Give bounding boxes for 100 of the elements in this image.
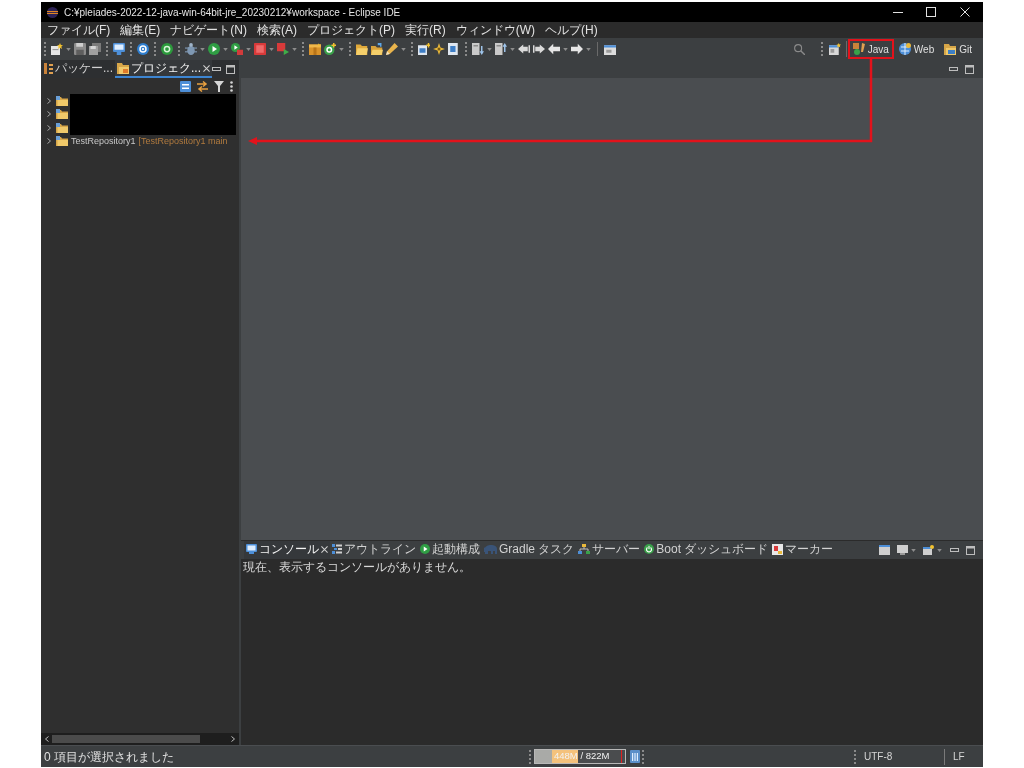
ring-plus-icon[interactable]: [324, 43, 336, 55]
caret-icon[interactable]: [223, 47, 228, 51]
close-icon: [960, 7, 970, 17]
heap-reading: 448M / 822M: [554, 750, 610, 763]
menu-item[interactable]: 実行(R): [401, 22, 450, 38]
chevron-left-icon[interactable]: [45, 736, 49, 742]
play-icon[interactable]: [208, 43, 220, 55]
minimize-icon[interactable]: [950, 548, 959, 552]
monitor-icon: [246, 544, 257, 554]
monitor-icon[interactable]: [113, 43, 125, 55]
power-icon: [644, 544, 655, 554]
sparkle-icon[interactable]: [433, 43, 445, 55]
horizontal-scrollbar[interactable]: [41, 733, 239, 745]
window-plus-icon[interactable]: [923, 545, 934, 555]
arrow-left-bar-icon[interactable]: [518, 43, 530, 55]
menu-item[interactable]: ファイル(F): [43, 22, 115, 38]
bug-icon[interactable]: [185, 43, 197, 55]
caret-icon[interactable]: [586, 47, 591, 51]
panel-tab[interactable]: 起動構成: [418, 541, 482, 559]
panel-tab[interactable]: マーカー: [770, 541, 836, 559]
caret-icon[interactable]: [911, 548, 916, 552]
minimize-icon[interactable]: [212, 67, 222, 71]
menu-item[interactable]: ヘルプ(H): [541, 22, 602, 38]
monitor-icon[interactable]: [897, 545, 908, 555]
folder-icon[interactable]: [356, 43, 368, 55]
project-folder-icon: [56, 109, 68, 120]
menu-item[interactable]: 編集(E): [116, 22, 165, 38]
caret-icon[interactable]: [510, 47, 515, 51]
arrow-left-icon[interactable]: [548, 43, 560, 55]
menu-item[interactable]: プロジェクト(P): [303, 22, 399, 38]
trash-icon[interactable]: [630, 750, 640, 763]
caret-icon[interactable]: [937, 548, 942, 552]
panel-tab[interactable]: プロジェク...: [115, 60, 213, 78]
minimize-icon[interactable]: [949, 67, 958, 71]
menu-item[interactable]: 検索(A): [253, 22, 301, 38]
panel-tab[interactable]: Gradle タスク: [482, 541, 577, 559]
scrollbar-thumb[interactable]: [52, 735, 200, 743]
menu-item[interactable]: ウィンドウ(W): [451, 22, 539, 38]
panel-tab[interactable]: アウトライン: [330, 541, 418, 559]
search-icon[interactable]: [793, 43, 805, 55]
hierarchy-icon: [44, 62, 53, 74]
selection-status: 0 項目が選択されました: [43, 748, 175, 766]
panel-tab[interactable]: サーバー: [576, 541, 643, 559]
swap-arrows-icon[interactable]: [197, 80, 208, 92]
arrow-right-bar-icon[interactable]: [533, 43, 545, 55]
folder-icon: [944, 43, 957, 55]
caret-icon[interactable]: [246, 47, 251, 51]
arrow-right-icon[interactable]: [571, 43, 583, 55]
caret-icon[interactable]: [487, 47, 492, 51]
floppy-disks-icon[interactable]: [89, 43, 101, 55]
window-icon[interactable]: [604, 43, 616, 55]
heap-gauge[interactable]: 448M / 822M: [534, 749, 626, 764]
console-message: 現在、表示するコンソールがありません。: [243, 559, 471, 575]
collapse-all-icon[interactable]: [180, 80, 191, 92]
tree-item[interactable]: TestRepository1 [TestRepository1 main: [41, 134, 239, 148]
folder-arrow-icon[interactable]: [371, 43, 383, 55]
package-icon[interactable]: [309, 43, 321, 55]
perspective-button[interactable]: Web: [896, 41, 937, 57]
caret-icon[interactable]: [563, 47, 568, 51]
caret-icon[interactable]: [269, 47, 274, 51]
project-folder-icon: [56, 136, 68, 147]
project-folder-icon: [56, 95, 68, 106]
document-arrow-icon[interactable]: [472, 43, 484, 55]
outline-list-icon: [332, 544, 342, 554]
app-logo-icon: [47, 6, 58, 18]
window-plus-icon[interactable]: [828, 43, 841, 55]
panel-tab[interactable]: Boot ダッシュボード: [642, 541, 771, 559]
ring-icon[interactable]: [161, 43, 173, 55]
document-icon[interactable]: [448, 43, 460, 55]
caret-icon[interactable]: [339, 47, 344, 51]
caret-icon[interactable]: [66, 47, 71, 51]
line-delimiter-status[interactable]: LF: [945, 749, 983, 764]
max-heap-marker: [621, 750, 622, 763]
elephant-icon: [484, 544, 497, 554]
target-icon[interactable]: [137, 43, 149, 55]
perspective-button[interactable]: Git: [942, 41, 974, 57]
play-badge-icon[interactable]: [231, 43, 243, 55]
perspective-button[interactable]: Java: [850, 41, 891, 57]
document-plus-icon[interactable]: [418, 43, 430, 55]
network-nodes-icon: [578, 544, 591, 554]
maximize-icon[interactable]: [966, 545, 975, 555]
caret-icon[interactable]: [401, 47, 406, 51]
document-up-icon[interactable]: [495, 43, 507, 55]
panel-tab[interactable]: コンソール: [244, 541, 330, 559]
maximize-icon[interactable]: [226, 64, 236, 74]
encoding-status[interactable]: UTF-8: [858, 749, 944, 764]
kebab-menu-icon[interactable]: [230, 80, 233, 92]
chevron-right-icon[interactable]: [231, 736, 235, 742]
panel-tab[interactable]: パッケー...: [42, 60, 115, 78]
filter-icon[interactable]: [214, 80, 224, 92]
minimize-icon: [892, 11, 903, 13]
close-icon[interactable]: [203, 64, 211, 72]
caret-icon[interactable]: [200, 47, 205, 51]
pencil-icon[interactable]: [386, 43, 398, 55]
caret-icon[interactable]: [292, 47, 297, 51]
menu-item[interactable]: ナビゲート(N): [166, 22, 251, 38]
maximize-icon[interactable]: [965, 64, 974, 74]
close-icon[interactable]: [321, 545, 328, 553]
play-icon: [420, 544, 430, 554]
globe-icon: [898, 43, 911, 55]
